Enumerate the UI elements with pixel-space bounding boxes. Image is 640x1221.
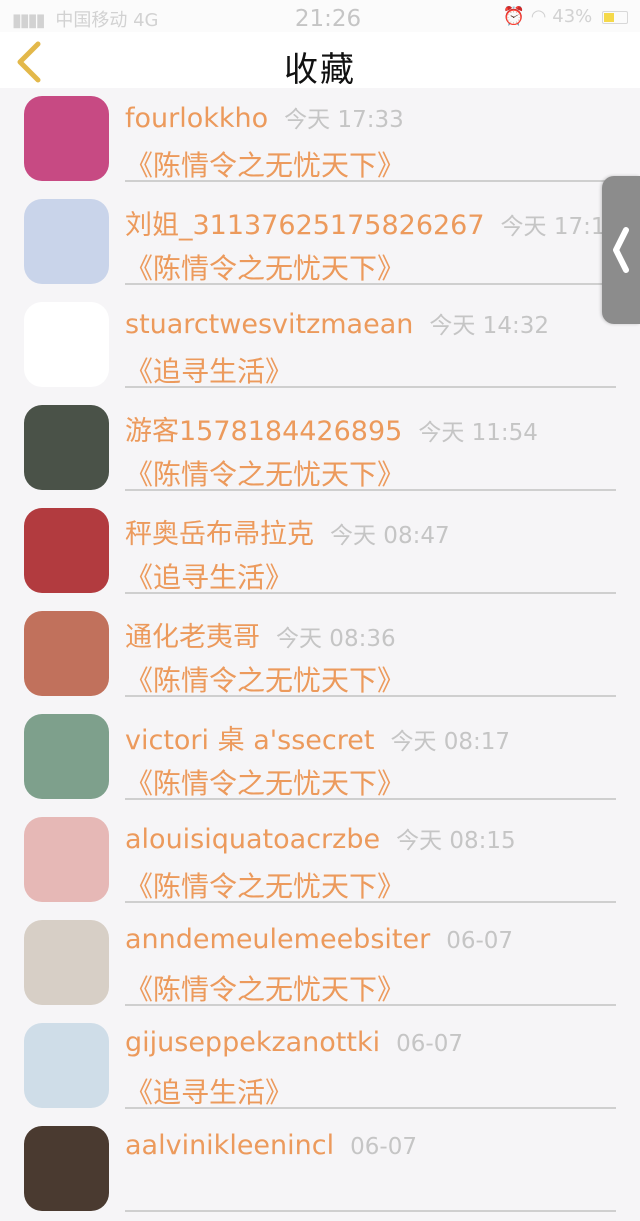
list-item[interactable]: 通化老夷哥 今天 08:36 《陈情令之无忧天下》 (0, 603, 640, 706)
work-title[interactable]: 《陈情令之无忧天下》 (125, 762, 405, 802)
work-title[interactable]: 《陈情令之无忧天下》 (125, 453, 405, 493)
item-header: 秤奥岳布帚拉克 今天 08:47 (125, 512, 450, 551)
list-item[interactable]: gijuseppekzanottki 06-07 《追寻生活》 (0, 1015, 640, 1118)
battery-percent: 43% (552, 6, 593, 27)
timestamp: 06-07 (396, 1031, 463, 1057)
user-name[interactable]: alouisiquatoacrzbe (125, 824, 380, 855)
avatar[interactable] (24, 199, 109, 284)
work-title[interactable]: 《陈情令之无忧天下》 (125, 659, 405, 699)
avatar[interactable] (24, 1023, 109, 1108)
item-header: alouisiquatoacrzbe 今天 08:15 (125, 821, 516, 855)
user-name[interactable]: aalvinikleenincl (125, 1130, 334, 1161)
item-header: gijuseppekzanottki 06-07 (125, 1027, 463, 1058)
timestamp: 06-07 (446, 928, 514, 954)
favorites-list: fourlokkho 今天 17:33 《陈情令之无忧天下》 刘姐_311376251… (0, 88, 640, 1221)
user-name[interactable]: 通化老夷哥 (125, 622, 260, 653)
divider (125, 489, 616, 491)
timestamp: 今天 08:47 (330, 523, 450, 549)
divider (125, 1107, 616, 1109)
work-title[interactable]: 《陈情令之无忧天下》 (125, 865, 405, 905)
timestamp: 今天 08:17 (390, 729, 511, 755)
list-item[interactable]: 秤奥岳布帚拉克 今天 08:47 《追寻生活》 (0, 500, 640, 603)
item-header: 通化老夷哥 今天 08:36 (125, 615, 396, 654)
status-right: ⏰ ◠ 43% (503, 6, 628, 27)
item-header: stuarctwesvitzmaean 今天 14:32 (125, 306, 549, 340)
avatar[interactable] (24, 714, 109, 799)
divider (125, 798, 616, 800)
list-item[interactable]: anndemeulemeebsiter 06-07 《陈情令之无忧天下》 (0, 912, 640, 1015)
divider (125, 1004, 616, 1006)
divider (125, 695, 616, 697)
alarm-icon: ⏰ (502, 6, 526, 27)
list-item[interactable]: victori 桌 a'ssecret 今天 08:17 《陈情令之无忧天下》 (0, 706, 640, 809)
timestamp: 今天 14:32 (429, 313, 549, 339)
avatar[interactable] (24, 920, 109, 1005)
user-name[interactable]: 刘姐_31137625175826267 (125, 210, 485, 241)
item-header: 刘姐_31137625175826267 今天 17:16 (125, 203, 620, 242)
divider (125, 386, 616, 388)
divider (125, 283, 616, 285)
user-name[interactable]: anndemeulemeebsiter (125, 924, 430, 955)
list-item[interactable]: 刘姐_31137625175826267 今天 17:16 《陈情令之无忧天下》 (0, 191, 640, 294)
work-title[interactable]: 《陈情令之无忧天下》 (125, 144, 405, 184)
status-bar: ▮▮▮▮ 中国移动 4G 21:26 ⏰ ◠ 43% (0, 0, 640, 32)
timestamp: 今天 08:36 (276, 626, 396, 652)
work-title[interactable]: 《陈情令之无忧天下》 (125, 968, 405, 1008)
timestamp: 今天 08:15 (396, 828, 516, 854)
avatar[interactable] (24, 611, 109, 696)
page-title: 收藏 (284, 50, 356, 90)
work-title[interactable]: 《陈情令之无忧天下》 (125, 247, 405, 287)
list-item[interactable]: stuarctwesvitzmaean 今天 14:32 《追寻生活》 (0, 294, 640, 397)
work-title[interactable]: 《追寻生活》 (125, 350, 293, 390)
avatar[interactable] (24, 96, 109, 181)
item-header: victori 桌 a'ssecret 今天 08:17 (125, 718, 510, 757)
side-drawer-handle[interactable] (602, 176, 640, 324)
list-item[interactable]: aalvinikleenincl 06-07 (0, 1118, 640, 1221)
divider (125, 180, 616, 182)
divider (125, 592, 616, 594)
item-header: 游客1578184426895 今天 11:54 (125, 409, 538, 448)
nav-bar: 收藏 (0, 32, 640, 90)
divider (125, 1210, 616, 1212)
avatar[interactable] (24, 817, 109, 902)
list-item[interactable]: fourlokkho 今天 17:33 《陈情令之无忧天下》 (0, 88, 640, 191)
avatar[interactable] (24, 1126, 109, 1211)
user-name[interactable]: gijuseppekzanottki (125, 1027, 380, 1058)
list-item[interactable]: alouisiquatoacrzbe 今天 08:15 《陈情令之无忧天下》 (0, 809, 640, 912)
item-header: fourlokkho 今天 17:33 (125, 100, 404, 134)
item-header: anndemeulemeebsiter 06-07 (125, 924, 513, 955)
user-name[interactable]: fourlokkho (125, 103, 268, 134)
list-item[interactable]: 游客1578184426895 今天 11:54 《陈情令之无忧天下》 (0, 397, 640, 500)
avatar[interactable] (24, 508, 109, 593)
avatar[interactable] (24, 302, 109, 387)
wifi-icon: ◠ (530, 6, 547, 27)
user-name[interactable]: 游客1578184426895 (125, 416, 402, 447)
work-title[interactable]: 《追寻生活》 (125, 1071, 293, 1111)
timestamp: 今天 11:54 (418, 420, 538, 446)
avatar[interactable] (24, 405, 109, 490)
divider (125, 901, 616, 903)
user-name[interactable]: stuarctwesvitzmaean (125, 309, 413, 340)
timestamp: 今天 17:33 (284, 107, 404, 133)
user-name[interactable]: 秤奥岳布帚拉克 (125, 519, 314, 550)
user-name[interactable]: victori 桌 a'ssecret (125, 725, 374, 756)
item-header: aalvinikleenincl 06-07 (125, 1130, 417, 1161)
work-title[interactable]: 《追寻生活》 (125, 556, 293, 596)
battery-icon (602, 10, 628, 24)
chevron-left-icon (613, 227, 629, 273)
